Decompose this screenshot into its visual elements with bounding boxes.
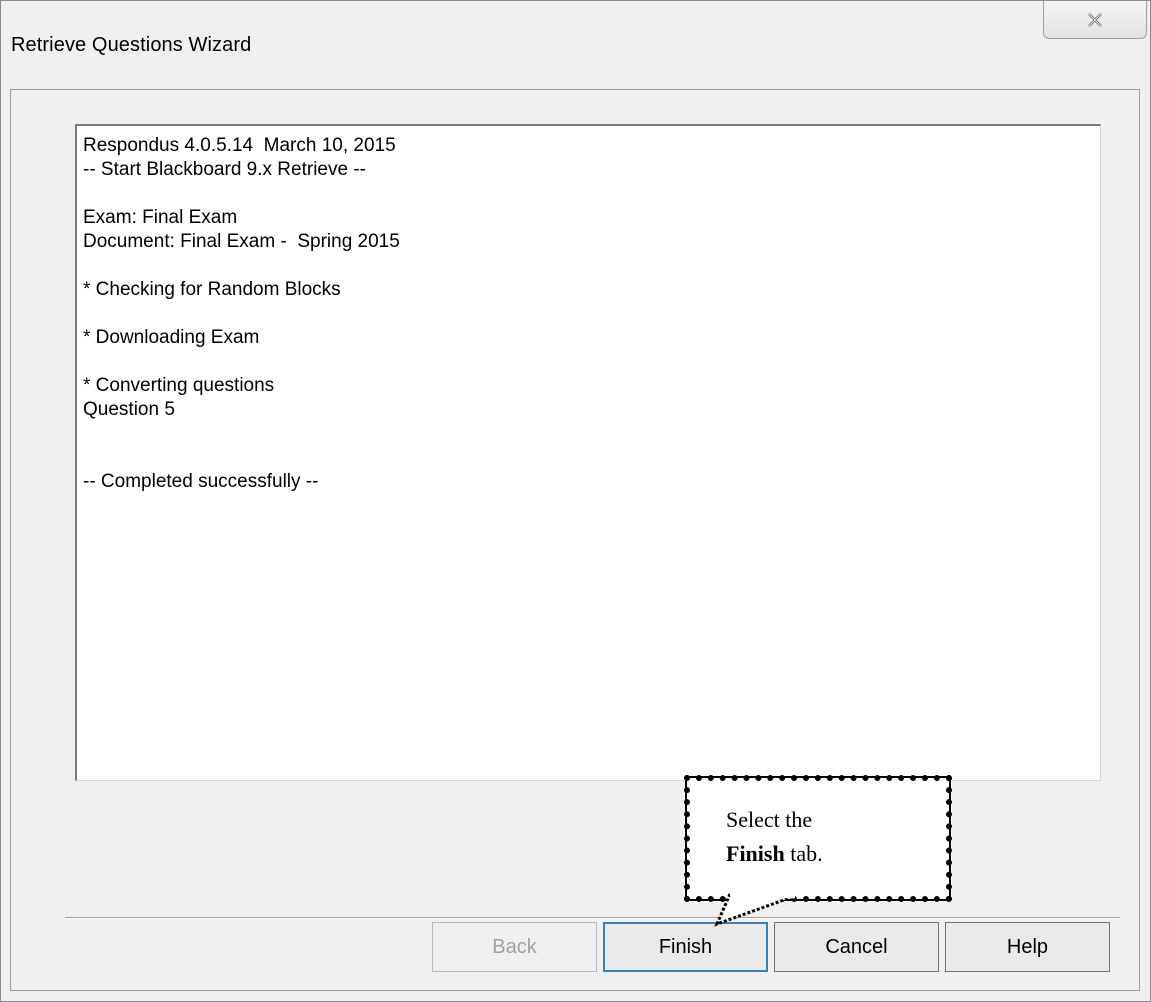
- log-line: * Checking for Random Blocks: [83, 279, 341, 300]
- callout-tail: [714, 891, 796, 927]
- close-button[interactable]: [1043, 1, 1147, 39]
- title-bar: Retrieve Questions Wizard: [1, 1, 1150, 89]
- callout-line1: Select the: [726, 807, 813, 832]
- log-line: * Converting questions: [83, 375, 275, 396]
- log-output[interactable]: Respondus 4.0.5.14 March 10, 2015 -- Sta…: [75, 124, 1101, 781]
- log-line: -- Start Blackboard 9.x Retrieve --: [83, 159, 366, 180]
- log-line: -- Completed successfully --: [83, 471, 319, 492]
- callout-bold-word: Finish: [726, 841, 785, 866]
- log-line: Document: Final Exam - Spring 2015: [83, 231, 400, 252]
- callout-rest: tab.: [784, 841, 823, 866]
- callout-line2: Finish tab.: [726, 837, 946, 871]
- window-title: Retrieve Questions Wizard: [11, 34, 252, 56]
- log-line: Exam: Final Exam: [83, 207, 238, 228]
- help-button[interactable]: Help: [945, 922, 1110, 972]
- instruction-callout: Select the Finish tab.: [684, 775, 952, 902]
- log-line: Question 5: [83, 399, 175, 420]
- back-button[interactable]: Back: [432, 922, 597, 972]
- button-separator: [65, 917, 1120, 919]
- close-icon: [1088, 12, 1102, 27]
- log-line: * Downloading Exam: [83, 327, 260, 348]
- log-line: Respondus 4.0.5.14 March 10, 2015: [83, 135, 396, 156]
